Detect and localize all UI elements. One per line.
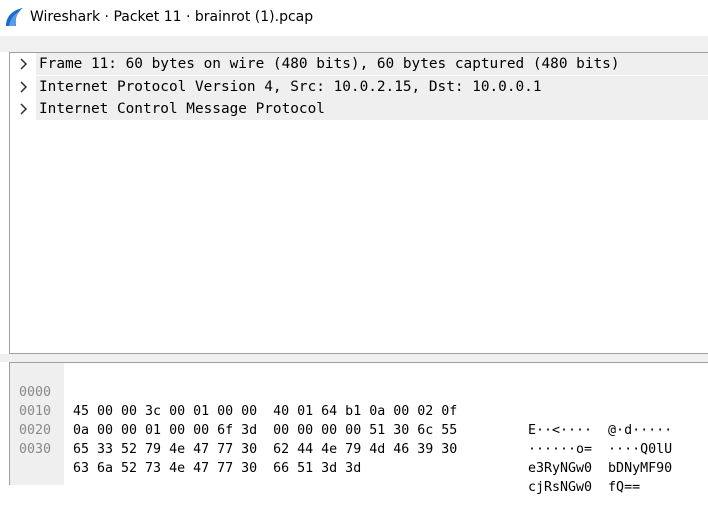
hex-row[interactable]: 0020 65 33 52 79 4e 47 77 30 62 44 4e 79… [10, 402, 708, 476]
title-bar: Wireshark · Packet 11 · brainrot (1).pca… [0, 0, 708, 36]
tree-item-icmp[interactable]: Internet Control Message Protocol [10, 98, 708, 120]
tree-item-ipv4[interactable]: Internet Protocol Version 4, Src: 10.0.2… [10, 76, 708, 98]
hex-row[interactable]: 0010 0a 00 00 01 00 00 6f 3d 00 00 00 00… [10, 383, 708, 457]
packet-details-pane[interactable]: Frame 11: 60 bytes on wire (480 bits), 6… [9, 52, 708, 354]
tree-item-label[interactable]: Internet Control Message Protocol [36, 98, 708, 120]
toolbar-gap [0, 36, 708, 52]
tree-item-label[interactable]: Internet Protocol Version 4, Src: 10.0.2… [36, 76, 708, 98]
chevron-right-icon[interactable] [18, 79, 30, 95]
hex-bytes[interactable]: 65 33 52 79 4e 47 77 30 62 44 4e 79 4d 4… [73, 440, 457, 459]
tree-item-label[interactable]: Frame 11: 60 bytes on wire (480 bits), 6… [36, 53, 708, 75]
chevron-right-icon[interactable] [18, 56, 30, 72]
window-title: Wireshark · Packet 11 · brainrot (1).pca… [30, 9, 314, 25]
hex-ascii[interactable]: e3RyNGw0 bDNyMF90 [528, 459, 672, 478]
tree-item-frame[interactable]: Frame 11: 60 bytes on wire (480 bits), 6… [10, 53, 708, 75]
packet-bytes-pane[interactable]: 0000 45 00 00 3c 00 01 00 00 40 01 64 b1… [9, 362, 708, 495]
hex-ascii[interactable]: cjRsNGw0 fQ== [528, 478, 640, 497]
hex-bytes[interactable]: 63 6a 52 73 4e 47 77 30 66 51 3d 3d [73, 459, 361, 478]
chevron-right-icon[interactable] [18, 101, 30, 117]
hex-offset: 0030 [19, 442, 52, 457]
hex-row[interactable]: 0000 45 00 00 3c 00 01 00 00 40 01 64 b1… [10, 364, 708, 438]
wireshark-fin-icon [6, 8, 23, 26]
hex-row[interactable]: 0030 63 6a 52 73 4e 47 77 30 66 51 3d 3d… [10, 421, 708, 495]
pane-splitter[interactable] [0, 354, 708, 362]
hex-ascii[interactable]: ······o= ····Q0lU [528, 440, 672, 459]
